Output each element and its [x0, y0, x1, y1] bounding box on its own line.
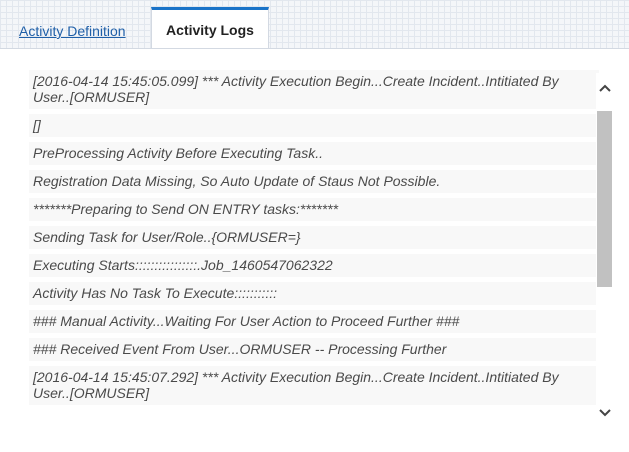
- log-line: PreProcessing Activity Before Executing …: [29, 142, 599, 165]
- activity-logs-panel: [2016-04-14 15:45:05.099] *** Activity E…: [10, 56, 613, 440]
- log-line: Activity Has No Task To Execute:::::::::…: [29, 282, 599, 305]
- chevron-down-icon: [598, 409, 611, 417]
- log-line: [2016-04-14 15:45:05.099] *** Activity E…: [29, 70, 599, 109]
- log-line: Sending Task for User/Role..{ORMUSER=}: [29, 226, 599, 249]
- log-line: *******Preparing to Send ON ENTRY tasks:…: [29, 198, 599, 221]
- scroll-thumb[interactable]: [597, 111, 612, 287]
- log-list: [2016-04-14 15:45:05.099] *** Activity E…: [29, 70, 599, 410]
- chevron-up-icon: [598, 84, 611, 92]
- log-line: []: [29, 114, 599, 137]
- tab-activity-definition[interactable]: Activity Definition: [10, 14, 135, 48]
- tab-bar: Activity Definition Activity Logs: [0, 0, 629, 49]
- tab-activity-logs[interactable]: Activity Logs: [151, 7, 269, 48]
- log-line: ### Received Event From User...ORMUSER -…: [29, 338, 599, 361]
- log-line: [2016-04-14 15:45:07.292] *** Activity E…: [29, 366, 599, 405]
- log-line: Executing Starts::::::::::::::::.Job_146…: [29, 254, 599, 277]
- log-line: ### Manual Activity...Waiting For User A…: [29, 310, 599, 333]
- log-line: Registration Data Missing, So Auto Updat…: [29, 170, 599, 193]
- scroll-up-button[interactable]: [596, 79, 613, 97]
- scroll-down-button[interactable]: [596, 404, 613, 422]
- log-scrollbar[interactable]: [596, 73, 613, 439]
